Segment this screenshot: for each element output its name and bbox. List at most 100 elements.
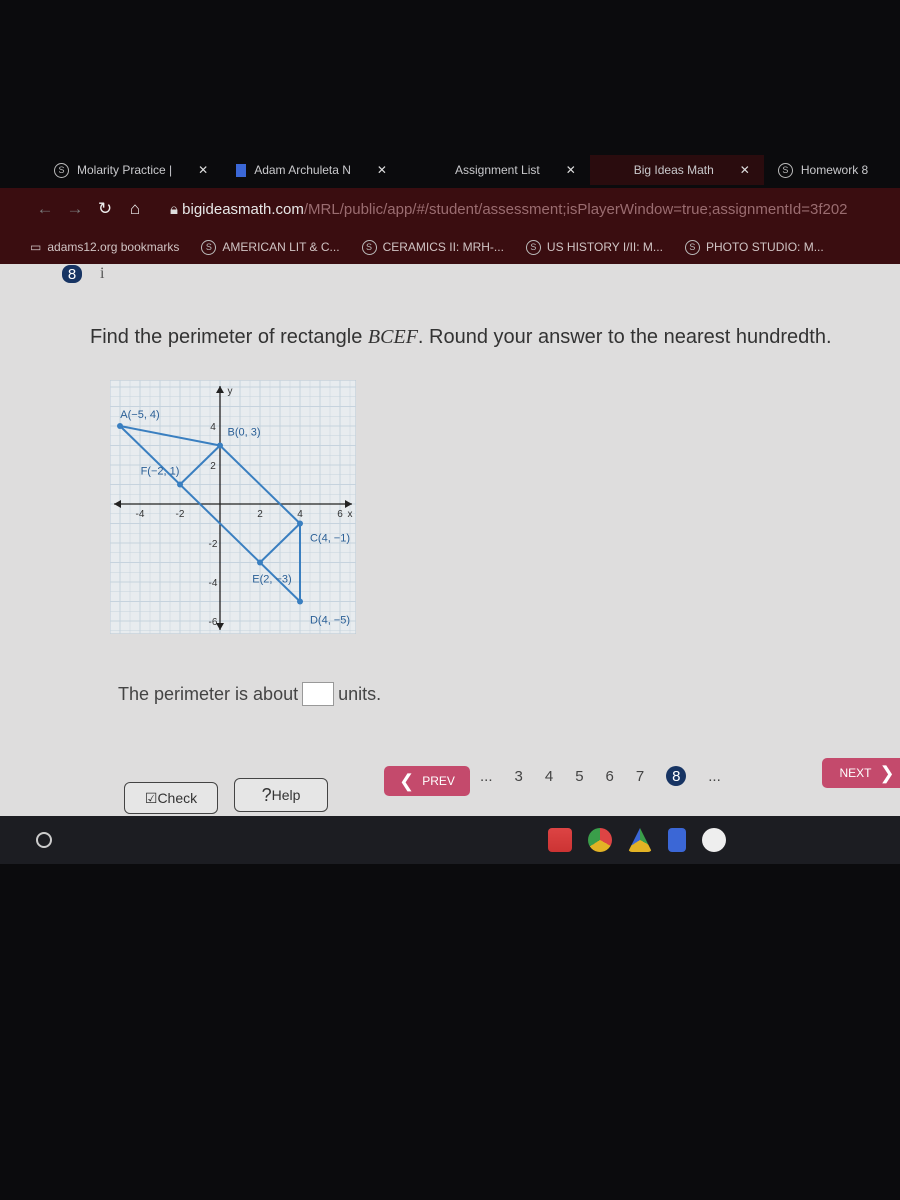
point-label-D: D(4, −5) xyxy=(310,615,350,627)
bookmark-folder[interactable]: ▭ adams12.org bookmarks xyxy=(30,240,179,254)
point-C xyxy=(297,520,303,527)
schoology-icon: S xyxy=(525,239,541,255)
check-label: Check xyxy=(157,790,198,806)
checkbox-icon: ☑︎ xyxy=(144,789,158,806)
docs-icon xyxy=(236,163,247,177)
tab-assignment-list[interactable]: Assignment List ✕ xyxy=(401,155,590,185)
next-button[interactable]: NEXT ❯ xyxy=(822,758,900,788)
x-tick-label: 2 xyxy=(257,509,263,520)
close-icon[interactable]: ✕ xyxy=(198,163,208,177)
bookmark-label: PHOTO STUDIO: M... xyxy=(705,240,824,254)
schoology-icon: S xyxy=(54,162,69,178)
bookmark-label: AMERICAN LIT & C... xyxy=(222,240,340,254)
info-icon[interactable]: i xyxy=(100,265,104,283)
schoology-icon: S xyxy=(777,162,793,178)
answer-prefix: The perimeter is about xyxy=(118,683,299,704)
y-tick-label: 4 xyxy=(210,422,216,433)
gmail-icon[interactable] xyxy=(548,828,572,852)
tab-homework[interactable]: S Homework 8 xyxy=(764,155,882,185)
answer-row: The perimeter is about units. xyxy=(118,682,381,706)
bookmark-label: CERAMICS II: MRH-... xyxy=(382,240,504,254)
tab-adam[interactable]: Adam Archuleta N ✕ xyxy=(222,155,401,185)
tab-molarity[interactable]: S Molarity Practice | ✕ xyxy=(40,155,222,185)
point-D xyxy=(297,598,303,605)
bookmark-label: US HISTORY I/II: M... xyxy=(546,240,663,254)
bookmark[interactable]: S CERAMICS II: MRH-... xyxy=(361,239,504,255)
x-tick-label: 4 xyxy=(297,509,303,520)
reload-icon[interactable]: ↻ xyxy=(90,199,120,219)
pager-ellipsis[interactable]: ... xyxy=(708,768,721,785)
page-6[interactable]: 6 xyxy=(606,768,614,785)
schoology-icon: S xyxy=(201,239,217,255)
point-label-B: B(0, 3) xyxy=(227,427,260,439)
y-axis-label: y xyxy=(228,386,233,397)
os-shelf xyxy=(0,816,900,864)
answer-suffix: units. xyxy=(338,683,382,704)
drive-icon[interactable] xyxy=(628,828,652,852)
y-tick-label: -4 xyxy=(209,578,218,589)
point-E xyxy=(257,559,263,566)
bookmark[interactable]: S AMERICAN LIT & C... xyxy=(201,239,340,255)
y-tick-label: -6 xyxy=(209,617,218,628)
page-4[interactable]: 4 xyxy=(545,768,553,785)
check-button[interactable]: ☑︎ Check xyxy=(124,782,218,814)
close-icon[interactable]: ✕ xyxy=(377,163,387,177)
tab-title: Assignment List xyxy=(454,163,540,177)
folder-icon: ▭ xyxy=(30,240,42,254)
lock-icon: 🔒︎ xyxy=(170,200,183,218)
bookmark[interactable]: S US HISTORY I/II: M... xyxy=(525,239,663,255)
schoology-icon: S xyxy=(684,239,700,255)
close-icon[interactable]: ✕ xyxy=(740,163,750,177)
url-host: bigideasmath.com xyxy=(182,200,304,218)
question-number-badge: 8 xyxy=(62,265,82,283)
assessment-page: 8 i Find the perimeter of rectangle BCEF… xyxy=(0,264,900,816)
forward-icon[interactable]: → xyxy=(60,199,90,219)
close-icon[interactable]: ✕ xyxy=(566,163,576,177)
x-tick-label: -2 xyxy=(176,509,185,520)
x-tick-label: 6 xyxy=(337,509,343,520)
point-B xyxy=(217,442,223,449)
point-label-F: F(−2, 1) xyxy=(141,466,180,478)
help-button[interactable]: ? Help xyxy=(234,778,328,812)
address-bar[interactable]: 🔒︎ bigideasmath.com/MRL/public/app/#/stu… xyxy=(170,201,848,218)
prev-button[interactable]: ❮ PREV xyxy=(384,766,470,796)
page-5[interactable]: 5 xyxy=(575,768,583,785)
tab-strip: S Molarity Practice | ✕ Adam Archuleta N ✕ … xyxy=(40,155,900,185)
coordinate-graph: -4 -2 2 4 6 4 2 -2 -4 -6 x y A(−5, 4) B(0, 3) C(4, −1)… xyxy=(110,380,356,634)
page-7[interactable]: 7 xyxy=(636,768,644,785)
question-prefix: Find the perimeter of rectangle xyxy=(90,326,368,348)
help-label: Help xyxy=(271,787,301,803)
y-tick-label: -2 xyxy=(209,539,218,550)
docs-icon[interactable] xyxy=(668,828,686,852)
point-F xyxy=(177,481,183,488)
page-8[interactable]: 8 xyxy=(666,766,687,786)
pager-ellipsis[interactable]: ... xyxy=(480,768,493,785)
tab-big-ideas-math[interactable]: Big Ideas Math ✕ xyxy=(589,155,764,185)
chevron-right-icon: ❯ xyxy=(879,762,895,783)
question-text: Find the perimeter of rectangle BCEF. Ro… xyxy=(90,326,832,349)
back-icon[interactable]: ← xyxy=(30,199,60,219)
point-A xyxy=(117,423,123,429)
point-label-E: E(2, −3) xyxy=(252,574,291,586)
launcher-icon[interactable] xyxy=(36,832,52,848)
home-icon[interactable]: ⌂ xyxy=(120,199,150,219)
next-label: NEXT xyxy=(839,766,872,780)
answer-input[interactable] xyxy=(302,682,335,706)
chevron-left-icon: ❮ xyxy=(399,770,415,791)
browser-toolbar: ← → ↻ ⌂ 🔒︎ bigideasmath.com/MRL/public/a… xyxy=(0,188,900,230)
y-tick-label: 2 xyxy=(210,461,216,472)
bookmark[interactable]: S PHOTO STUDIO: M... xyxy=(684,239,824,255)
chrome-icon[interactable] xyxy=(588,828,612,852)
x-tick-label: -4 xyxy=(136,509,145,520)
bookmarks-bar: ▭ adams12.org bookmarks S AMERICAN LIT & C… xyxy=(0,230,900,264)
play-store-icon[interactable] xyxy=(702,828,726,852)
prev-label: PREV xyxy=(422,774,455,788)
shape-name: BCEF xyxy=(367,326,418,348)
point-label-C: C(4, −1) xyxy=(310,533,350,545)
tab-title: Homework 8 xyxy=(800,163,869,177)
page-3[interactable]: 3 xyxy=(515,768,523,785)
schoology-icon: S xyxy=(361,239,377,255)
bookmark-label: adams12.org bookmarks xyxy=(47,240,180,254)
tab-title: Adam Archuleta N xyxy=(254,163,351,177)
question-suffix: . Round your answer to the nearest hundr… xyxy=(417,326,832,348)
